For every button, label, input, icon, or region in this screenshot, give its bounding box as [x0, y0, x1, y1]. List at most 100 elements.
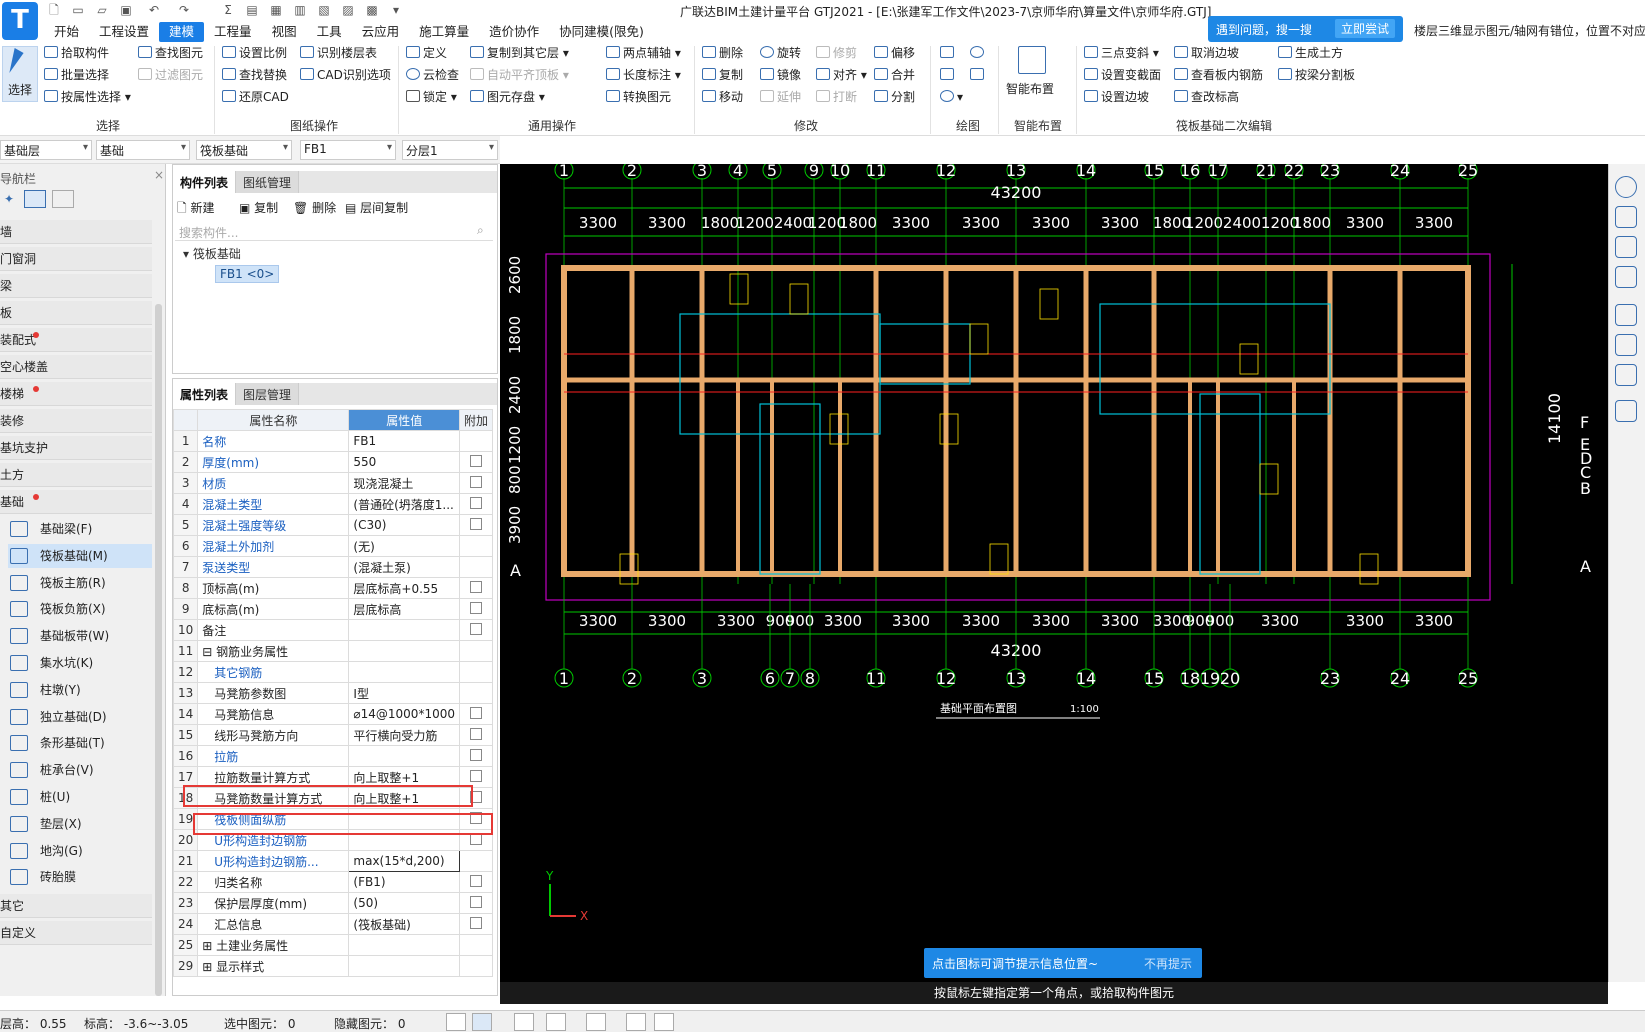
property-row[interactable]: 24 汇总信息 (筏板基础)	[172, 913, 494, 935]
nav-category[interactable]: 楼梯	[0, 382, 152, 406]
nav-category[interactable]: 墙	[0, 220, 152, 244]
property-row[interactable]: 12 其它钢筋	[172, 661, 494, 683]
property-row[interactable]: 13 马凳筋参数图 I型	[172, 682, 494, 704]
property-row[interactable]: 22 归类名称 (FB1)	[172, 871, 494, 893]
two-point-axis-button[interactable]: 两点辅轴 ▾	[606, 44, 681, 62]
close-icon[interactable]: ×	[154, 168, 164, 182]
check-icon[interactable]: ▧	[316, 3, 332, 18]
property-row[interactable]: 4 混凝土类型 (普通砼(坍落度1...	[172, 493, 494, 515]
property-value[interactable]: FB1	[348, 430, 460, 452]
nav-item[interactable]: 砖胎膜	[8, 865, 152, 889]
table-icon[interactable]: ▦	[268, 3, 284, 18]
property-value[interactable]: 现浇混凝土	[348, 472, 460, 494]
property-value[interactable]: I型	[348, 682, 460, 704]
view-dropdown-icon[interactable]	[1615, 266, 1637, 288]
copy-between-floors-button[interactable]: ▤ 层间复制	[345, 199, 408, 216]
redo-icon[interactable]: ↷	[176, 3, 192, 18]
property-value[interactable]: (无)	[348, 535, 460, 557]
smart-layout-button[interactable]: 智能布置	[1004, 42, 1060, 102]
property-row[interactable]: 8 顶标高(m) 层底标高+0.55	[172, 577, 494, 599]
property-row[interactable]: 21 U形构造封边钢筋... max(15*d,200)	[172, 850, 494, 872]
save-icon[interactable]: ▣	[118, 3, 134, 18]
mirror-button[interactable]: 镜像	[760, 66, 801, 84]
property-value[interactable]: max(15*d,200)	[348, 850, 460, 872]
nav-item[interactable]: 集水坑(K)	[8, 651, 152, 675]
extra-checkbox[interactable]	[469, 517, 482, 530]
extra-checkbox[interactable]	[469, 748, 482, 761]
extra-checkbox[interactable]	[469, 895, 482, 908]
merge-button[interactable]: 合并	[874, 66, 915, 84]
layer-icon[interactable]	[1615, 364, 1637, 386]
list-view-icon[interactable]	[24, 190, 46, 208]
copy-component-button[interactable]: ▣ 复制	[239, 199, 278, 216]
property-row[interactable]: 15 线形马凳筋方向 平行横向受力筋	[172, 724, 494, 746]
property-value[interactable]	[348, 661, 460, 683]
property-row[interactable]: 10 备注	[172, 619, 494, 641]
copy-to-floor-button[interactable]: 复制到其它层 ▾	[470, 44, 569, 62]
select-by-attr-button[interactable]: 按属性选择 ▾	[44, 88, 131, 106]
draw-rect-button[interactable]	[970, 66, 987, 84]
property-row[interactable]: 23 保护层厚度(mm) (50)	[172, 892, 494, 914]
cad-options-button[interactable]: CAD识别选项	[300, 66, 391, 84]
property-row[interactable]: 2 厚度(mm) 550	[172, 451, 494, 473]
nav-item[interactable]: 筏板基础(M)	[8, 543, 152, 568]
lock-button[interactable]: 锁定 ▾	[406, 88, 457, 106]
extra-checkbox[interactable]	[469, 769, 482, 782]
floor-select[interactable]: 基础层	[0, 140, 92, 160]
property-row[interactable]: 3 材质 现浇混凝土	[172, 472, 494, 494]
nav-item[interactable]: 基础板带(W)	[8, 624, 152, 648]
open-file-icon[interactable]: ▭	[70, 3, 86, 18]
set-slope-button[interactable]: 设置边坡	[1084, 88, 1149, 106]
menu-modeling[interactable]: 建模	[159, 22, 205, 42]
convert-element-button[interactable]: 转换图元	[606, 88, 671, 106]
property-value[interactable]: 层底标高+0.55	[348, 577, 460, 599]
property-row[interactable]: 29 ⊞ 显示样式	[172, 955, 494, 977]
new-file-icon[interactable]: 🗋	[46, 3, 62, 18]
menu-cost-collab[interactable]: 造价协作	[479, 22, 549, 42]
change-elevation-button[interactable]: 查改标高	[1174, 88, 1239, 106]
property-row[interactable]: 1 名称 FB1	[172, 430, 494, 452]
pin-icon[interactable]: ✦	[4, 192, 14, 206]
app-logo[interactable]: T	[2, 2, 38, 40]
nav-category[interactable]: 装配式	[0, 328, 152, 352]
pick-component-button[interactable]: 拾取构件	[44, 44, 109, 62]
extra-checkbox[interactable]	[469, 727, 482, 740]
extra-checkbox[interactable]	[469, 601, 482, 614]
auto-level-slab-button[interactable]: 自动平齐顶板 ▾	[470, 66, 569, 84]
extra-checkbox[interactable]	[469, 706, 482, 719]
property-row[interactable]: 5 混凝土强度等级 (C30)	[172, 514, 494, 536]
tree-node-raft[interactable]: ▾ 筏板基础	[183, 245, 241, 262]
cad-canvas[interactable]: 1 2 3 4 5 9 10 11 12 13 14 15 16 17 21 22 23 24 25 43200 330…	[500, 164, 1608, 982]
report-icon[interactable]: ▥	[292, 3, 308, 18]
define-button[interactable]: 定义	[406, 44, 447, 62]
draw-arc-button[interactable]: ▾	[940, 88, 963, 106]
view-3d-icon[interactable]	[1615, 206, 1637, 228]
category-select[interactable]: 基础	[96, 140, 190, 160]
new-component-button[interactable]: 🗋 新建	[177, 199, 214, 220]
nav-category[interactable]: 基础	[0, 490, 152, 514]
property-value[interactable]	[348, 955, 460, 977]
split-button[interactable]: 分割	[874, 88, 915, 106]
draw-line-button[interactable]	[940, 66, 957, 84]
delete-component-button[interactable]: 🗑 删除	[293, 199, 336, 216]
notice-text[interactable]: 楼层三维显示图元/轴网有错位，位置不对应	[1414, 22, 1645, 39]
restore-cad-button[interactable]: 还原CAD	[222, 88, 289, 106]
draw-point-button[interactable]	[940, 44, 957, 62]
track-icon[interactable]	[654, 1013, 674, 1031]
sum-icon[interactable]: Σ	[220, 3, 236, 18]
more-icon[interactable]: ▾	[388, 3, 404, 18]
three-point-slope-button[interactable]: 三点变斜 ▾	[1084, 44, 1159, 62]
nav-item[interactable]: 筏板主筋(R)	[8, 571, 152, 595]
nav-category[interactable]: 基坑支护	[0, 436, 152, 460]
break-button[interactable]: 打断	[816, 88, 857, 106]
property-value[interactable]: (50)	[348, 892, 460, 914]
snap-icon[interactable]	[472, 1013, 492, 1031]
angle-icon[interactable]	[546, 1013, 566, 1031]
menu-start[interactable]: 开始	[44, 22, 89, 42]
extra-checkbox[interactable]	[469, 475, 482, 488]
filter-element-button[interactable]: 过滤图元	[138, 66, 203, 84]
component-search-input[interactable]: 搜索构件...	[175, 221, 493, 241]
property-row[interactable]: 11 ⊟ 钢筋业务属性	[172, 640, 494, 662]
property-row[interactable]: 14 马凳筋信息 ⌀14@1000*1000	[172, 703, 494, 725]
extra-checkbox[interactable]	[469, 622, 482, 635]
